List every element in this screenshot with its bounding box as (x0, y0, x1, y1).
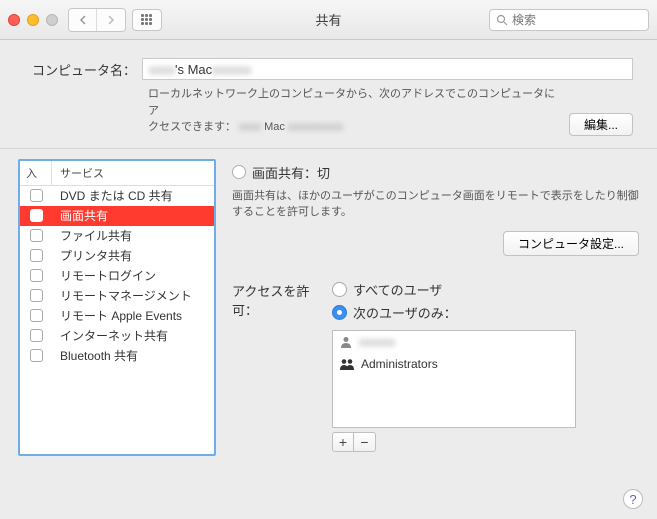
back-button[interactable] (69, 9, 97, 31)
services-list[interactable]: 入 サービス DVD または CD 共有画面共有ファイル共有プリンタ共有リモート… (18, 159, 216, 456)
grid-icon (141, 14, 153, 26)
col-header-on[interactable]: 入 (20, 161, 52, 185)
service-name: DVD または CD 共有 (52, 187, 214, 204)
computer-name-label: コンピュータ名： (24, 60, 142, 79)
access-label: アクセスを許可： (232, 280, 332, 319)
titlebar: 共有 (0, 0, 657, 40)
status-desc: 画面共有は、ほかのユーザがこのコンピュータ画面をリモートで表示をしたり制御するこ… (232, 188, 639, 221)
search-icon (496, 14, 508, 26)
opt-all-label: すべてのユーザ (353, 280, 442, 299)
group-icon (339, 357, 355, 371)
computer-name-section: コンピュータ名： xxxx 's Mac xxxxxx ローカルネットワーク上の… (0, 40, 657, 149)
computer-settings-button[interactable]: コンピュータ設定... (503, 231, 639, 256)
service-checkbox[interactable] (20, 189, 52, 202)
detail-pane: 画面共有：切 画面共有は、ほかのユーザがこのコンピュータ画面をリモートで表示をし… (232, 159, 639, 456)
help-button[interactable]: ? (623, 489, 643, 509)
service-checkbox[interactable] (20, 329, 52, 342)
services-header: 入 サービス (20, 161, 214, 186)
window-title: 共有 (315, 10, 341, 29)
computer-name-field[interactable]: xxxx 's Mac xxxxxx (142, 58, 633, 80)
service-checkbox[interactable] (20, 349, 52, 362)
service-row[interactable]: Bluetooth 共有 (20, 346, 214, 366)
service-row[interactable]: 画面共有 (20, 206, 214, 226)
access-section: アクセスを許可： すべてのユーザ 次のユーザのみ： xxxxxx Administ… (232, 280, 639, 452)
service-name: リモートログイン (52, 267, 214, 284)
status-title: 画面共有：切 (252, 163, 330, 182)
computer-name-value: 's Mac (175, 62, 212, 77)
remove-user-button[interactable]: − (354, 432, 376, 452)
minimize-icon[interactable] (27, 14, 39, 26)
service-name: リモートマネージメント (52, 287, 214, 304)
computer-name-redacted: xxxx (149, 62, 175, 77)
service-name: プリンタ共有 (52, 247, 214, 264)
person-icon (339, 335, 353, 349)
service-name: ファイル共有 (52, 227, 214, 244)
user-name: Administrators (361, 357, 438, 371)
forward-button[interactable] (97, 9, 125, 31)
edit-button[interactable]: 編集... (569, 113, 633, 136)
service-row[interactable]: インターネット共有 (20, 326, 214, 346)
service-name: 画面共有 (52, 207, 214, 224)
radio-icon (332, 282, 347, 297)
service-name: インターネット共有 (52, 327, 214, 344)
service-row[interactable]: DVD または CD 共有 (20, 186, 214, 206)
service-checkbox[interactable] (20, 229, 52, 242)
user-list[interactable]: xxxxxx Administrators (332, 330, 576, 428)
main-content: 入 サービス DVD または CD 共有画面共有ファイル共有プリンタ共有リモート… (0, 149, 657, 470)
radio-icon (332, 305, 347, 320)
service-checkbox[interactable] (20, 289, 52, 302)
service-checkbox[interactable] (20, 209, 52, 222)
add-user-button[interactable]: + (332, 432, 354, 452)
col-header-name[interactable]: サービス (52, 161, 214, 185)
close-icon[interactable] (8, 14, 20, 26)
search-field[interactable] (489, 9, 649, 31)
add-remove-bar: + − (332, 432, 576, 452)
services-body: DVD または CD 共有画面共有ファイル共有プリンタ共有リモートログインリモー… (20, 186, 214, 366)
computer-name-desc: ローカルネットワーク上のコンピュータから、次のアドレスでこのコンピュータにア ク… (148, 86, 561, 136)
access-opt-all[interactable]: すべてのユーザ (332, 280, 639, 299)
status-row: 画面共有：切 (232, 163, 639, 182)
service-row[interactable]: リモート Apple Events (20, 306, 214, 326)
service-row[interactable]: リモートマネージメント (20, 286, 214, 306)
show-all-button[interactable] (132, 9, 162, 31)
service-checkbox[interactable] (20, 309, 52, 322)
computer-name-redacted-2: xxxxxx (212, 62, 251, 77)
service-row[interactable]: リモートログイン (20, 266, 214, 286)
service-name: Bluetooth 共有 (52, 347, 214, 364)
service-checkbox[interactable] (20, 249, 52, 262)
service-name: リモート Apple Events (52, 307, 214, 324)
search-input[interactable] (512, 13, 657, 27)
status-indicator-icon (232, 165, 246, 179)
opt-only-label: 次のユーザのみ： (353, 303, 457, 322)
user-name: xxxxxx (359, 335, 395, 349)
nav-segment (68, 8, 126, 32)
service-row[interactable]: プリンタ共有 (20, 246, 214, 266)
zoom-icon (46, 14, 58, 26)
user-row[interactable]: xxxxxx (333, 331, 575, 353)
access-opt-only[interactable]: 次のユーザのみ： (332, 303, 639, 322)
window-controls (8, 14, 58, 26)
service-checkbox[interactable] (20, 269, 52, 282)
service-row[interactable]: ファイル共有 (20, 226, 214, 246)
user-row[interactable]: Administrators (333, 353, 575, 375)
